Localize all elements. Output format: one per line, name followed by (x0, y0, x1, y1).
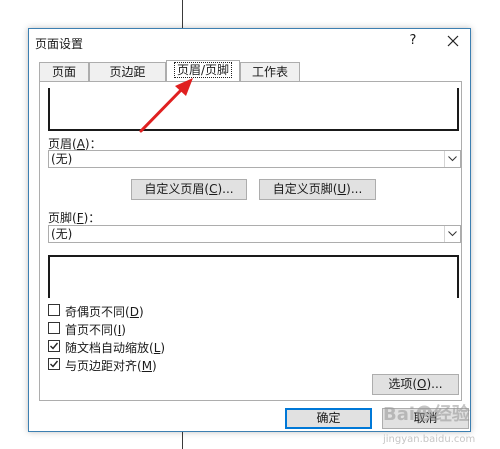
footer-select[interactable]: (无) (48, 225, 461, 243)
background-line-bottom (182, 432, 183, 449)
footer-preview (48, 255, 459, 298)
checkbox-box (48, 340, 60, 352)
background-line-top (182, 0, 183, 28)
tab-sheet-label: 工作表 (251, 65, 288, 79)
header-select-value: (无) (51, 152, 73, 166)
chevron-down-icon (444, 226, 460, 242)
header-select[interactable]: (无) (48, 150, 461, 168)
checkbox-box (48, 322, 60, 334)
tab-margins-label: 页边距 (109, 65, 146, 79)
page-setup-dialog: 页面设置 ? 页面 页边距 页眉/页脚 工作表 页眉(A)： (无) 自定义页眉… (28, 28, 471, 432)
options-button[interactable]: 选项(O)... (372, 374, 459, 395)
footer-select-value: (无) (51, 227, 73, 241)
odd-even-different-label: 奇偶页不同(D) (65, 305, 144, 319)
scale-with-document-label: 随文档自动缩放(L) (65, 341, 166, 355)
dialog-title: 页面设置 (35, 37, 84, 51)
align-with-margins-label: 与页边距对齐(M) (65, 359, 157, 373)
title-bar: 页面设置 ? (29, 29, 470, 57)
checkmark-icon (50, 360, 59, 368)
tab-page[interactable]: 页面 (39, 62, 89, 81)
help-button[interactable]: ? (406, 33, 420, 48)
header-preview (48, 88, 459, 131)
tab-header-footer-label: 页眉/页脚 (173, 62, 233, 78)
close-button[interactable] (444, 32, 462, 50)
checkbox-box (48, 304, 60, 316)
different-first-page-label: 首页不同(I) (65, 323, 126, 337)
chevron-down-icon (444, 151, 460, 167)
close-icon (447, 35, 459, 47)
footer-label: 页脚(F)： (48, 211, 101, 225)
tab-header-footer[interactable]: 页眉/页脚 (166, 60, 240, 81)
tab-margins[interactable]: 页边距 (89, 62, 166, 81)
custom-header-button[interactable]: 自定义页眉(C)... (131, 179, 247, 200)
ok-button[interactable]: 确定 (285, 408, 372, 429)
tab-page-label: 页面 (51, 65, 76, 79)
checkbox-box (48, 358, 60, 370)
checkmark-icon (50, 342, 59, 350)
tab-sheet[interactable]: 工作表 (240, 62, 300, 81)
custom-footer-button[interactable]: 自定义页脚(U)... (259, 179, 376, 200)
watermark: Bai☻经验 jingyan.baidu.com (383, 404, 476, 445)
